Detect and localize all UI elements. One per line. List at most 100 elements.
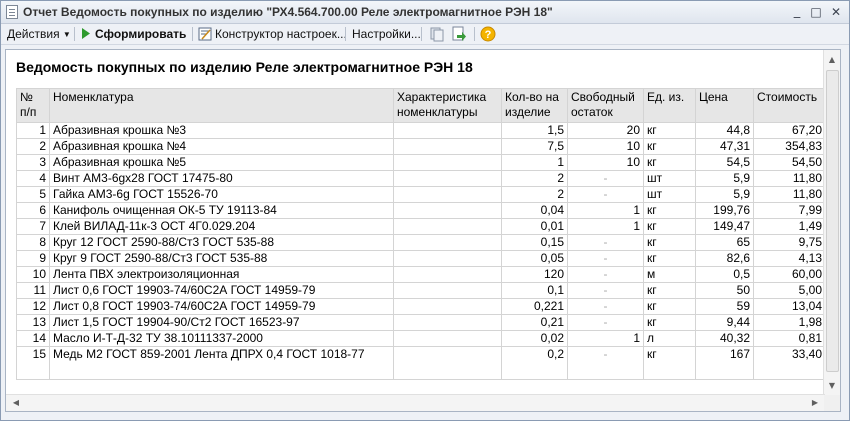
table-row[interactable]: 6 Канифоль очищенная ОК-5 ТУ 19113-84 0,… (16, 202, 826, 219)
column-header[interactable]: № п/п (16, 88, 50, 123)
cell-quantity: 0,1 (501, 282, 568, 299)
cell-quantity: 7,5 (501, 138, 568, 155)
cell-free-stock: 1 (567, 202, 644, 219)
cell-unit: кг (643, 122, 696, 139)
cell-cost: 67,20 (753, 122, 826, 139)
cell-price: 40,32 (695, 330, 754, 347)
report-table: № п/п Номенклатура Характеристика номенк… (16, 88, 826, 380)
table-row[interactable]: 15 Медь М2 ГОСТ 859-2001 Лента ДПРХ 0,4 … (16, 346, 826, 380)
cell-number: 14 (16, 330, 50, 347)
cell-free-stock: - (567, 314, 644, 331)
table-row[interactable]: 2 Абразивная крошка №4 7,5 10 кг 47,31 3… (16, 138, 826, 155)
title-bar: Отчет Ведомость покупных по изделию "РХ4… (1, 1, 849, 24)
cell-price: 82,6 (695, 250, 754, 267)
toolbar-separator (345, 27, 346, 41)
cell-free-stock: - (567, 186, 644, 203)
cell-characteristic (393, 250, 502, 267)
column-header[interactable]: Кол-во на изделие (501, 88, 568, 123)
cell-unit: шт (643, 170, 696, 187)
cell-characteristic (393, 330, 502, 347)
table-row[interactable]: 4 Винт АМ3-6gx28 ГОСТ 17475-80 2 - шт 5,… (16, 170, 826, 187)
cell-number: 5 (16, 186, 50, 203)
cell-free-stock: - (567, 282, 644, 299)
cell-number: 12 (16, 298, 50, 315)
scroll-right-icon[interactable]: ▶ (807, 395, 823, 411)
cell-unit: кг (643, 314, 696, 331)
generate-button[interactable]: Сформировать (81, 26, 186, 42)
cell-quantity: 0,05 (501, 250, 568, 267)
cell-cost: 354,83 (753, 138, 826, 155)
help-button[interactable]: ? (480, 26, 496, 42)
table-row[interactable]: 12 Лист 0,8 ГОСТ 19903-74/60С2А ГОСТ 149… (16, 298, 826, 315)
generate-label: Сформировать (95, 27, 187, 41)
table-row[interactable]: 5 Гайка АМ3-6g ГОСТ 15526-70 2 - шт 5,9 … (16, 186, 826, 203)
vertical-scrollbar[interactable]: ▲ ▼ (823, 50, 840, 396)
cell-number: 6 (16, 202, 50, 219)
close-button[interactable]: ✕ (828, 4, 844, 20)
cell-characteristic (393, 202, 502, 219)
toolbar: Действия ▼ Сформировать Конструктор наст… (1, 24, 849, 45)
scroll-up-icon[interactable]: ▲ (824, 52, 840, 68)
scroll-down-icon[interactable]: ▼ (824, 378, 840, 394)
column-header[interactable]: Характеристика номенклатуры (393, 88, 502, 123)
scroll-left-icon[interactable]: ◀ (8, 395, 24, 411)
cell-name: Абразивная крошка №5 (49, 154, 394, 171)
cell-unit: кг (643, 154, 696, 171)
table-row[interactable]: 9 Круг 9 ГОСТ 2590-88/Ст3 ГОСТ 535-88 0,… (16, 250, 826, 267)
table-row[interactable]: 8 Круг 12 ГОСТ 2590-88/Ст3 ГОСТ 535-88 0… (16, 234, 826, 251)
actions-menu[interactable]: Действия ▼ (7, 26, 71, 42)
cell-free-stock: - (567, 170, 644, 187)
cell-quantity: 1,5 (501, 122, 568, 139)
cell-name: Медь М2 ГОСТ 859-2001 Лента ДПРХ 0,4 ГОС… (49, 346, 394, 380)
column-header[interactable]: Номенклатура (49, 88, 394, 123)
export-button[interactable] (451, 26, 467, 42)
cell-name: Круг 12 ГОСТ 2590-88/Ст3 ГОСТ 535-88 (49, 234, 394, 251)
table-row[interactable]: 10 Лента ПВХ электроизоляционная 120 - м… (16, 266, 826, 283)
constructor-button[interactable]: Конструктор настроек... (198, 26, 347, 42)
column-header[interactable]: Стоимость (753, 88, 826, 123)
table-row[interactable]: 11 Лист 0,6 ГОСТ 19903-74/60С2А ГОСТ 149… (16, 282, 826, 299)
report-table-wrap: № п/п Номенклатура Характеристика номенк… (16, 88, 826, 380)
column-header[interactable]: Ед. из. (643, 88, 696, 123)
horizontal-scrollbar[interactable]: ◀ ▶ (6, 394, 825, 411)
document-icon (6, 5, 18, 19)
table-row[interactable]: 13 Лист 1,5 ГОСТ 19904-90/Ст2 ГОСТ 16523… (16, 314, 826, 331)
column-header[interactable]: Цена (695, 88, 754, 123)
cell-name: Круг 9 ГОСТ 2590-88/Ст3 ГОСТ 535-88 (49, 250, 394, 267)
vertical-scroll-thumb[interactable] (826, 70, 839, 372)
toolbar-separator (474, 27, 475, 41)
cell-quantity: 0,21 (501, 314, 568, 331)
cell-unit: кг (643, 346, 696, 380)
settings-button[interactable]: Настройки... (352, 26, 421, 42)
cell-unit: л (643, 330, 696, 347)
cell-free-stock: 1 (567, 330, 644, 347)
cell-number: 10 (16, 266, 50, 283)
table-row[interactable]: 3 Абразивная крошка №5 1 10 кг 54,5 54,5… (16, 154, 826, 171)
cell-free-stock: - (567, 298, 644, 315)
table-row[interactable]: 7 Клей ВИЛАД-11к-3 ОСТ 4Г0.029.204 0,01 … (16, 218, 826, 235)
cell-characteristic (393, 170, 502, 187)
cell-price: 50 (695, 282, 754, 299)
cell-price: 5,9 (695, 170, 754, 187)
cell-unit: шт (643, 186, 696, 203)
cell-characteristic (393, 266, 502, 283)
cell-name: Лента ПВХ электроизоляционная (49, 266, 394, 283)
cell-cost: 60,00 (753, 266, 826, 283)
cell-cost: 7,99 (753, 202, 826, 219)
cell-price: 44,8 (695, 122, 754, 139)
table-row[interactable]: 1 Абразивная крошка №3 1,5 20 кг 44,8 67… (16, 122, 826, 139)
cell-free-stock: - (567, 346, 644, 380)
cell-cost: 4,13 (753, 250, 826, 267)
cell-characteristic (393, 122, 502, 139)
cell-quantity: 0,221 (501, 298, 568, 315)
minimize-button[interactable]: _ (789, 4, 805, 20)
copy-button[interactable] (429, 26, 445, 42)
column-header[interactable]: Свободный остаток (567, 88, 644, 123)
table-row[interactable]: 14 Масло И-Т-Д-32 ТУ 38.10111337-2000 0,… (16, 330, 826, 347)
cell-number: 9 (16, 250, 50, 267)
help-icon: ? (480, 26, 496, 42)
scrollbar-corner (824, 395, 840, 411)
maximize-button[interactable]: □ (808, 4, 824, 20)
cell-price: 47,31 (695, 138, 754, 155)
cell-cost: 33,40 (753, 346, 826, 380)
